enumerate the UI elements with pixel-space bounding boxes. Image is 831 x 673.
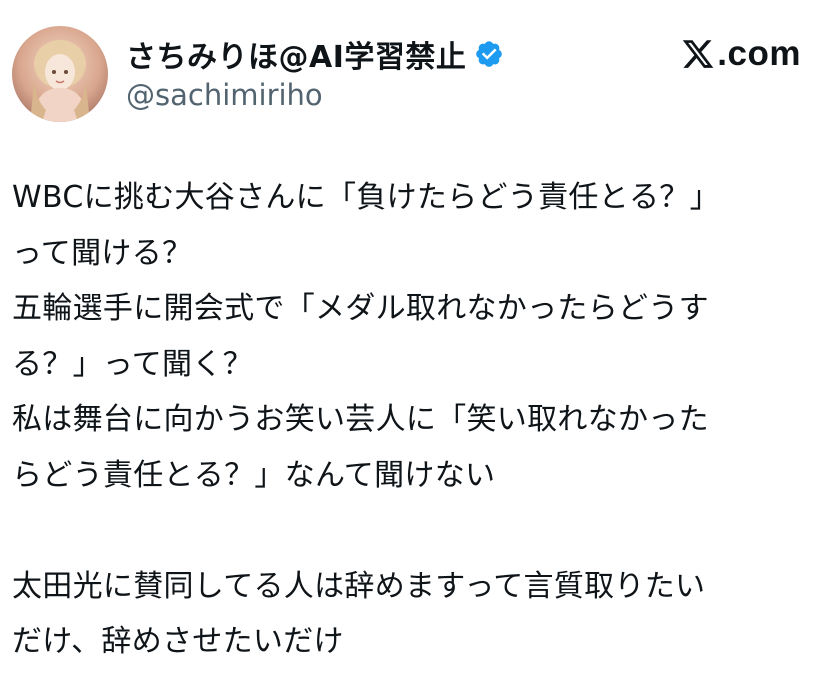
tweet-line: る？」って聞く？ <box>12 346 253 382</box>
tweet-line: 私は舞台に向かうお笑い芸人に「笑い取れなかった <box>12 402 709 437</box>
x-logo-icon <box>681 37 715 71</box>
tweet-line: 太田光に賛同してる人は辞めますって言質取りたい <box>12 568 706 604</box>
tweet-header: さちみりほ@AI学習禁止 @sachimiriho .com <box>0 0 831 140</box>
avatar-image <box>12 26 108 122</box>
author-display-name[interactable]: さちみりほ@AI学習禁止 <box>126 32 466 76</box>
x-brand: .com <box>681 32 801 76</box>
author-name-row[interactable]: さちみりほ@AI学習禁止 <box>126 32 504 76</box>
tweet-line: WBCに挑む大谷さんに「負けたらどう責任とる？」 <box>12 180 720 215</box>
brand-domain-text: .com <box>717 34 801 73</box>
verified-badge-icon <box>474 39 504 69</box>
avatar[interactable] <box>12 26 108 122</box>
tweet-line: 五輪選手に開会式で「メダル取れなかったらどうす <box>12 291 709 326</box>
tweet-line: らどう責任とる？」なんて聞けない <box>12 457 496 493</box>
tweet-text: WBCに挑む大谷さんに「負けたらどう責任とる？」 って聞ける？ 五輪選手に開会式… <box>12 170 812 670</box>
tweet-line: って聞ける？ <box>12 235 193 271</box>
tweet-line: だけ、辞めさせたいだけ <box>12 624 344 659</box>
author-handle[interactable]: @sachimiriho <box>126 78 323 112</box>
